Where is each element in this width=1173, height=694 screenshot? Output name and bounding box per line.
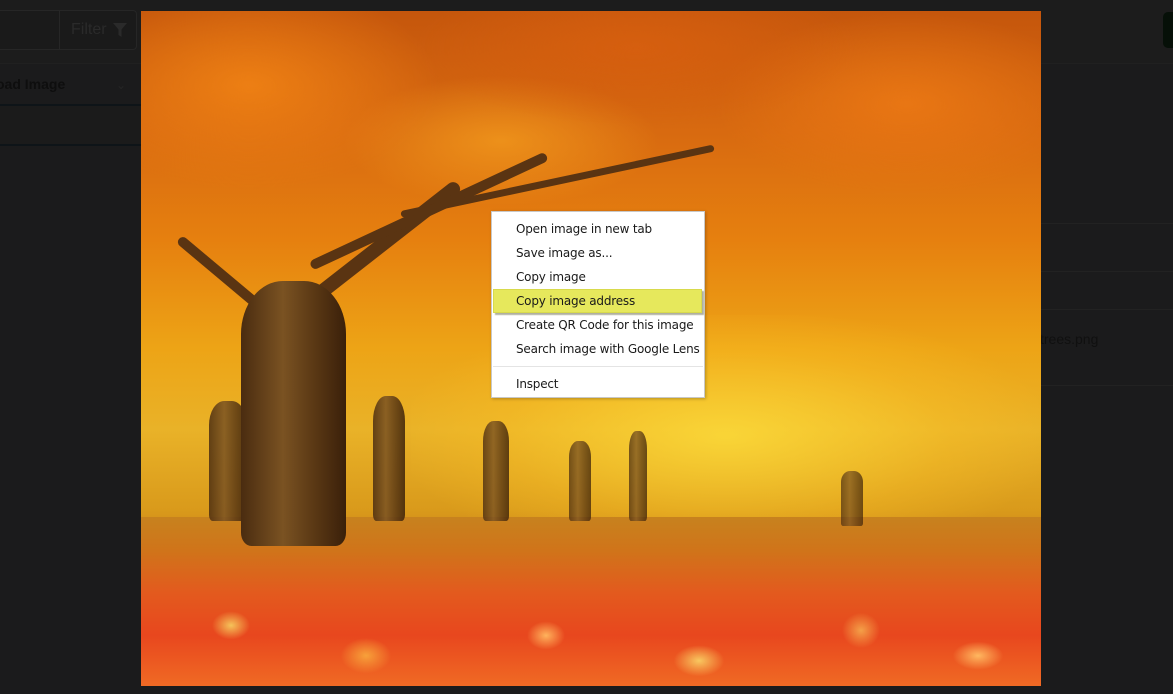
context-menu: Open image in new tab Save image as... C… bbox=[491, 211, 705, 398]
filter-funnel-icon bbox=[112, 23, 127, 37]
menu-item-save-image-as[interactable]: Save image as... bbox=[492, 241, 704, 265]
filter-label: Filter bbox=[71, 21, 107, 38]
background-row bbox=[0, 106, 141, 146]
filter-button[interactable]: Filter bbox=[59, 11, 137, 49]
image-trunk bbox=[373, 396, 405, 521]
menu-item-create-qr-code[interactable]: Create QR Code for this image bbox=[492, 313, 704, 337]
image-leaves bbox=[141, 584, 1041, 686]
background-select[interactable]: oad Image ⌄ bbox=[0, 64, 141, 106]
chevron-down-icon: ⌄ bbox=[116, 78, 127, 92]
menu-item-open-image-new-tab[interactable]: Open image in new tab bbox=[492, 217, 704, 241]
menu-item-copy-image-address[interactable]: Copy image address bbox=[493, 289, 702, 313]
menu-item-copy-image[interactable]: Copy image bbox=[492, 265, 704, 289]
image-trunk bbox=[629, 431, 647, 521]
menu-separator bbox=[493, 366, 703, 367]
background-file-name: trees.png bbox=[1040, 331, 1099, 347]
background-green-button[interactable] bbox=[1163, 12, 1173, 48]
image-trunk bbox=[483, 421, 509, 521]
image-main-trunk bbox=[241, 281, 346, 546]
page: Filter oad Image ⌄ trees.png Open image … bbox=[0, 0, 1173, 694]
image-trunk bbox=[841, 471, 863, 526]
menu-item-search-google-lens[interactable]: Search image with Google Lens bbox=[492, 337, 704, 361]
select-label: oad Image bbox=[0, 76, 66, 92]
image-trunk bbox=[569, 441, 591, 521]
menu-item-inspect[interactable]: Inspect bbox=[492, 372, 704, 396]
